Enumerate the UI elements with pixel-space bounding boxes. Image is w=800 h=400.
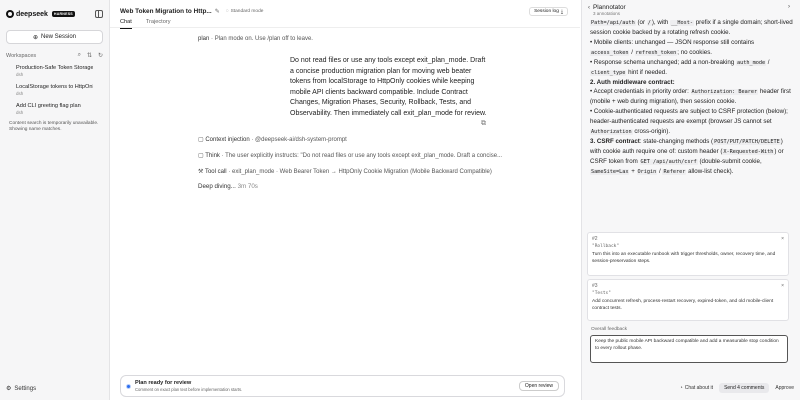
download-icon: ⤓ [560,9,563,15]
gear-icon: ⚙ [6,386,12,392]
panel-footer: ◔ Chat about it Send 4 comments Approve [581,383,800,393]
new-session-button[interactable]: ⊕ New Session [6,30,103,44]
think-row[interactable]: ▢ Think · The user explicitly instructs:… [198,152,502,159]
chevron-left-icon[interactable]: ‹ [588,5,590,11]
search-notice: Content search is temporarily unavailabl… [9,121,99,133]
session-log-button[interactable]: Session log ⤓ [529,7,568,16]
open-review-button[interactable]: Open review [518,381,559,391]
refresh-icon[interactable]: ↻ [98,52,103,59]
session-title: Web Token Migration to Http... [120,8,212,15]
settings-button[interactable]: ⚙ Settings [6,385,36,393]
search-icon[interactable]: ⌕ [78,52,81,59]
close-icon[interactable]: × [781,236,784,242]
chat-area: plan · Plan mode on. Use /plan off to le… [110,28,580,400]
approve-button[interactable]: Approve [775,385,794,391]
annotation-card[interactable]: #2 "Rollback" Turn this into an executab… [587,232,789,276]
new-session-icon: ⊕ [32,34,38,41]
session-item[interactable]: Production-Safe Token Storage ... dsh [4,63,105,79]
deepseek-logo-icon [6,10,14,18]
filter-icon[interactable]: ⇅ [87,52,92,59]
user-message: Do not read files or use any tools excep… [290,57,487,117]
context-icon: ▢ [198,137,204,143]
close-icon[interactable]: × [781,283,784,289]
plan-status: plan · Plan mode on. Use /plan off to le… [198,36,313,42]
plan-review-banner: Plan ready for review Comment on exact p… [120,375,565,397]
sidebar: deepseek HARNESS ⊕ New Session Workspace… [0,0,110,400]
chevron-right-icon[interactable]: › [788,4,790,10]
header: Web Token Migration to Http... ✎ ◌ Stand… [110,0,580,29]
copy-icon[interactable]: ⧉ [481,120,486,128]
send-comments-button[interactable]: Send 4 comments [719,383,770,393]
tool-call-row[interactable]: ⚒ Tool call · exit_plan_mode · Web Beare… [198,168,492,175]
context-injection-row[interactable]: ▢ Context injection · @deepseek-ai/dsh-s… [198,136,347,143]
mode-icon: ◌ [225,9,229,14]
session-item[interactable]: LocalStorage tokens to HttpOnl... dsh [4,82,105,98]
workspaces-header: Workspaces ⌕ ⇅ ↻ [6,52,103,59]
think-icon: ▢ [198,153,204,159]
progress-status: Deep diving... 3m 70s [198,183,258,190]
chat-about-button[interactable]: ◔ Chat about it [680,385,713,391]
tool-icon: ⚒ [198,169,204,175]
overall-feedback-label: Overall feedback [591,327,627,332]
mode-indicator[interactable]: ◌ Standard mode [226,9,264,14]
harness-badge: HARNESS [51,11,75,17]
logo: deepseek HARNESS [6,10,75,18]
status-dot-icon [126,383,131,389]
annotation-card[interactable]: #3 "Tests" Add concurrent refresh, proce… [587,279,789,321]
chat-icon: ◔ [679,385,683,391]
session-item[interactable]: Add CLI greeting flag plan dsh [4,101,105,117]
overall-feedback-input[interactable]: Keep the public mobile API backward comp… [590,335,788,363]
sidebar-toggle-icon[interactable] [95,10,103,18]
plan-document: Path=/api/auth (or /), with __Host- pref… [590,19,793,175]
edit-title-icon[interactable]: ✎ [215,8,220,15]
